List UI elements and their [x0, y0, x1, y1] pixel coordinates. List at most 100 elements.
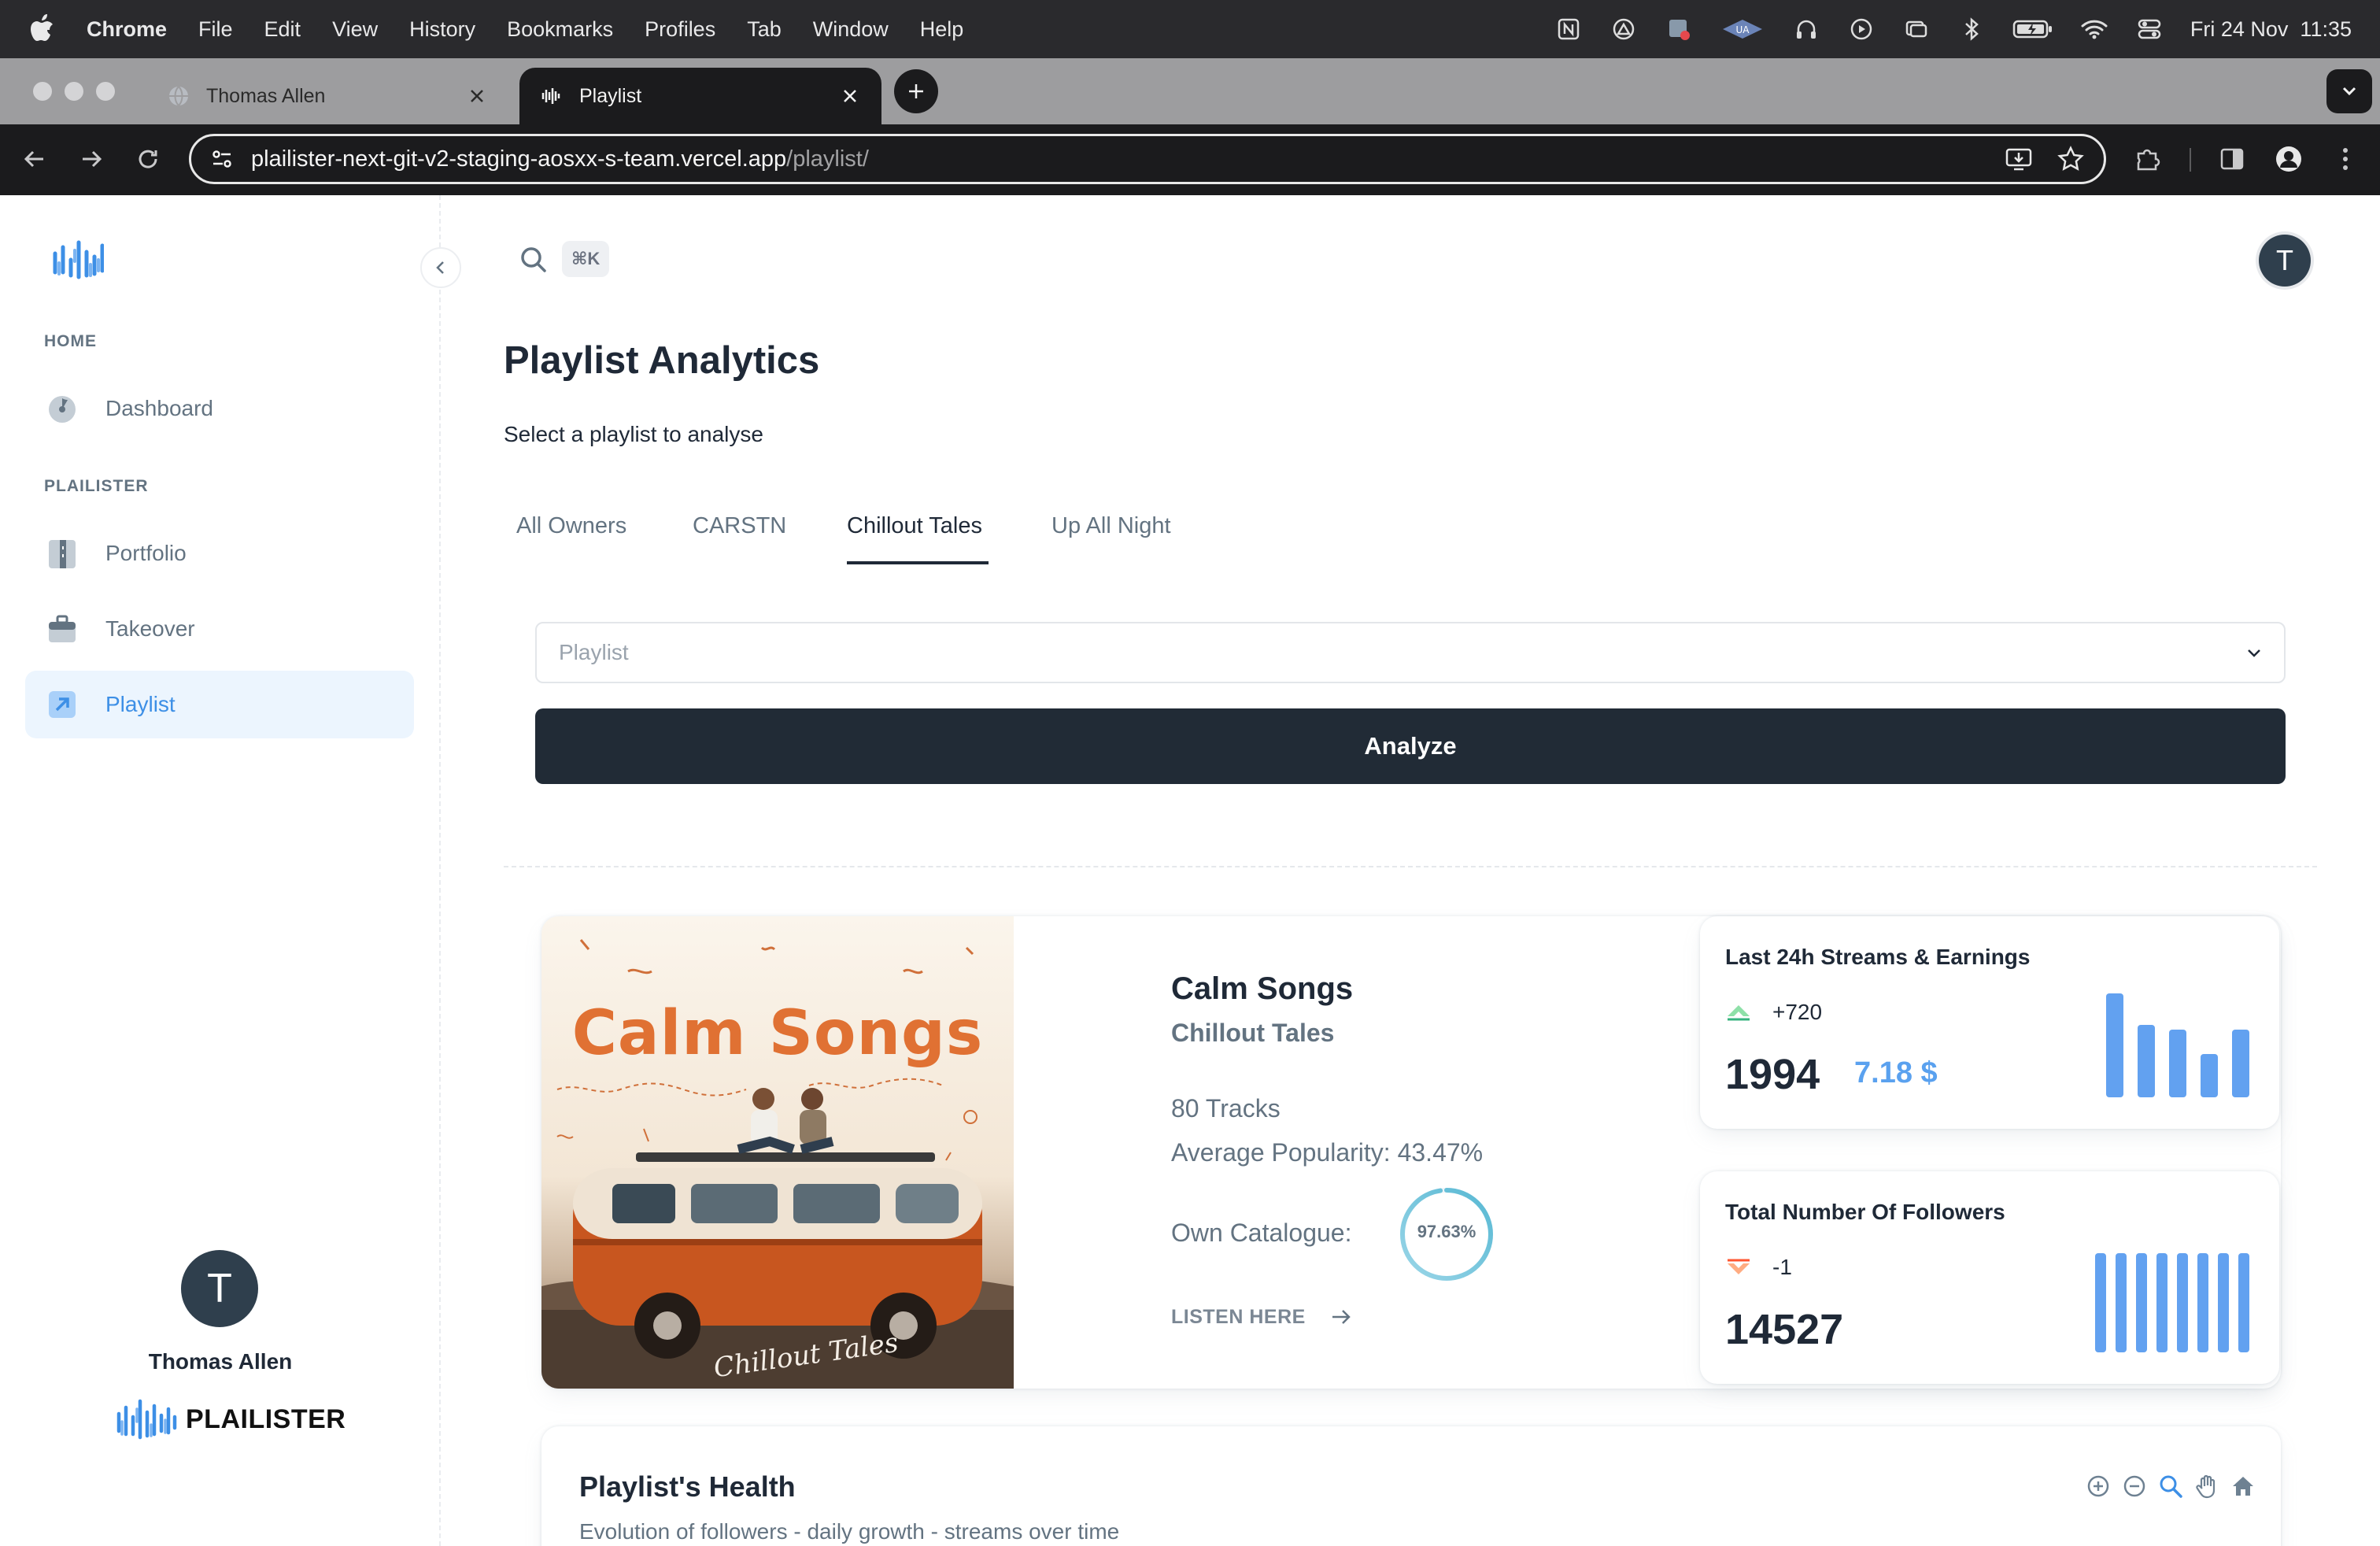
sidebar-item-portfolio[interactable]: Portfolio	[25, 520, 414, 587]
sidebar-item-takeover[interactable]: Takeover	[25, 595, 414, 663]
zoom-in-icon[interactable]	[2086, 1474, 2111, 1499]
chrome-menu-button[interactable]	[2328, 142, 2363, 176]
search-icon[interactable]	[518, 244, 549, 276]
page-subtitle: Select a playlist to analyse	[504, 422, 763, 446]
close-icon[interactable]	[466, 85, 488, 107]
portfolio-icon	[49, 540, 76, 568]
vpn-icon[interactable]: UA	[1720, 15, 1765, 43]
streams-card-title: Last 24h Streams & Earnings	[1725, 945, 2031, 969]
screen-mirroring-icon[interactable]	[1902, 15, 1931, 43]
menu-window[interactable]: Window	[813, 17, 889, 42]
battery-icon[interactable]	[2012, 15, 2053, 43]
bookmark-star-icon[interactable]	[2057, 145, 2085, 173]
extensions-button[interactable]	[2130, 142, 2164, 176]
menu-app-name[interactable]: Chrome	[87, 17, 167, 42]
search-shortcut-badge[interactable]: ⌘K	[562, 241, 610, 277]
followers-delta-value: -1	[1772, 1255, 1792, 1279]
sidebar-item-label: Dashboard	[105, 396, 213, 420]
app-tray-icon[interactable]	[1609, 15, 1638, 43]
menu-edit[interactable]: Edit	[264, 17, 301, 42]
sidebar-section-home: HOME	[44, 332, 97, 350]
browser-tab-playlist[interactable]: Playlist	[519, 68, 881, 124]
menu-profiles[interactable]: Profiles	[645, 17, 715, 42]
window-zoom-button[interactable]	[96, 82, 115, 101]
playlist-icon	[49, 691, 76, 718]
window-close-button[interactable]	[33, 82, 52, 101]
menubar-clock[interactable]: Fri 24 Nov 11:35	[2190, 17, 2352, 42]
listen-here-link[interactable]: LISTEN HERE	[1171, 1305, 1353, 1329]
calendar-alert-icon[interactable]	[1665, 15, 1693, 43]
globe-icon	[169, 86, 188, 106]
playlist-select[interactable]: Playlist	[535, 622, 2286, 683]
tab-chillout-tales[interactable]: Chillout Tales	[847, 513, 982, 539]
zoom-out-icon[interactable]	[2122, 1474, 2147, 1499]
plus-icon	[909, 84, 923, 98]
followers-card-title: Total Number Of Followers	[1725, 1200, 2005, 1224]
puzzle-icon	[2137, 149, 2160, 171]
site-settings-icon[interactable]	[210, 147, 234, 171]
playlist-track-count: 80 Tracks	[1171, 1094, 1281, 1123]
control-center-icon[interactable]	[2135, 15, 2164, 43]
reload-icon	[139, 150, 157, 168]
health-title: Playlist's Health	[579, 1470, 796, 1503]
side-panel-icon	[2220, 148, 2244, 170]
tab-up-all-night[interactable]: Up All Night	[1051, 513, 1171, 539]
side-panel-button[interactable]	[2215, 142, 2249, 176]
install-app-icon[interactable]	[2005, 145, 2033, 173]
cover-artwork	[541, 916, 1014, 1389]
waveform-icon	[541, 88, 560, 104]
reload-button[interactable]	[131, 142, 165, 176]
bluetooth-icon[interactable]	[1957, 15, 1986, 43]
sidebar-item-dashboard[interactable]: Dashboard	[25, 375, 414, 442]
chevron-down-icon	[2342, 87, 2356, 96]
home-icon[interactable]	[2230, 1474, 2256, 1499]
streams-delta: +720	[1725, 1000, 1822, 1025]
menu-help[interactable]: Help	[920, 17, 964, 42]
wifi-icon[interactable]	[2080, 15, 2108, 43]
apple-icon[interactable]	[28, 13, 55, 45]
sidebar-item-playlist[interactable]: Playlist	[25, 671, 414, 738]
tab-search-button[interactable]	[2326, 69, 2372, 113]
forward-button[interactable]	[74, 142, 109, 176]
magnify-icon[interactable]	[2158, 1474, 2183, 1499]
tab-all-owners[interactable]: All Owners	[516, 513, 626, 539]
menu-file[interactable]: File	[198, 17, 233, 42]
tab-carstn[interactable]: CARSTN	[693, 513, 786, 539]
menu-bookmarks[interactable]: Bookmarks	[507, 17, 613, 42]
select-placeholder: Playlist	[559, 640, 629, 664]
section-divider	[504, 866, 2317, 867]
listen-here-label: LISTEN HERE	[1171, 1305, 1306, 1328]
arrow-right-icon	[1332, 1310, 1351, 1324]
earnings-value: 7.18 $	[1854, 1056, 1938, 1089]
browser-tab-thomas-allen[interactable]: Thomas Allen	[146, 68, 508, 124]
pan-hand-icon[interactable]	[2194, 1474, 2219, 1499]
active-tab-indicator	[847, 561, 989, 564]
url-host: plailister-next-git-v2-staging-aosxx-s-t…	[251, 146, 787, 172]
window-minimize-button[interactable]	[65, 82, 83, 101]
mini-bar	[2177, 1253, 2188, 1352]
sidebar-user-avatar[interactable]: T	[181, 1250, 258, 1327]
playlist-cover-image[interactable]: Calm Songs Chillout Tales	[541, 916, 1014, 1389]
menu-tab[interactable]: Tab	[747, 17, 782, 42]
playlist-name: Calm Songs	[1171, 971, 1354, 1006]
address-bar[interactable]: plailister-next-git-v2-staging-aosxx-s-t…	[189, 134, 2106, 184]
collapse-sidebar-button[interactable]	[420, 247, 461, 288]
close-icon[interactable]	[839, 85, 861, 107]
menu-view[interactable]: View	[332, 17, 378, 42]
streams-earnings-card: Last 24h Streams & Earnings +720 1994 7.…	[1700, 916, 2279, 1129]
back-button[interactable]	[17, 142, 52, 176]
headphones-icon[interactable]	[1792, 15, 1820, 43]
analyze-button[interactable]: Analyze	[535, 708, 2286, 784]
sidebar-item-label: Portfolio	[105, 541, 187, 565]
menu-history[interactable]: History	[409, 17, 475, 42]
brand-wordmark: PLAILISTER	[186, 1404, 346, 1434]
followers-mini-chart	[2095, 1253, 2249, 1352]
cover-title-text: Calm Songs	[571, 998, 984, 1069]
notion-icon[interactable]	[1554, 15, 1583, 43]
sidebar-item-label: Takeover	[105, 616, 195, 641]
profile-button[interactable]	[2271, 142, 2306, 176]
play-circle-icon[interactable]	[1847, 15, 1876, 43]
new-tab-button[interactable]	[894, 69, 938, 113]
plailister-logo-icon[interactable]	[50, 236, 104, 285]
account-avatar[interactable]: T	[2259, 235, 2311, 287]
